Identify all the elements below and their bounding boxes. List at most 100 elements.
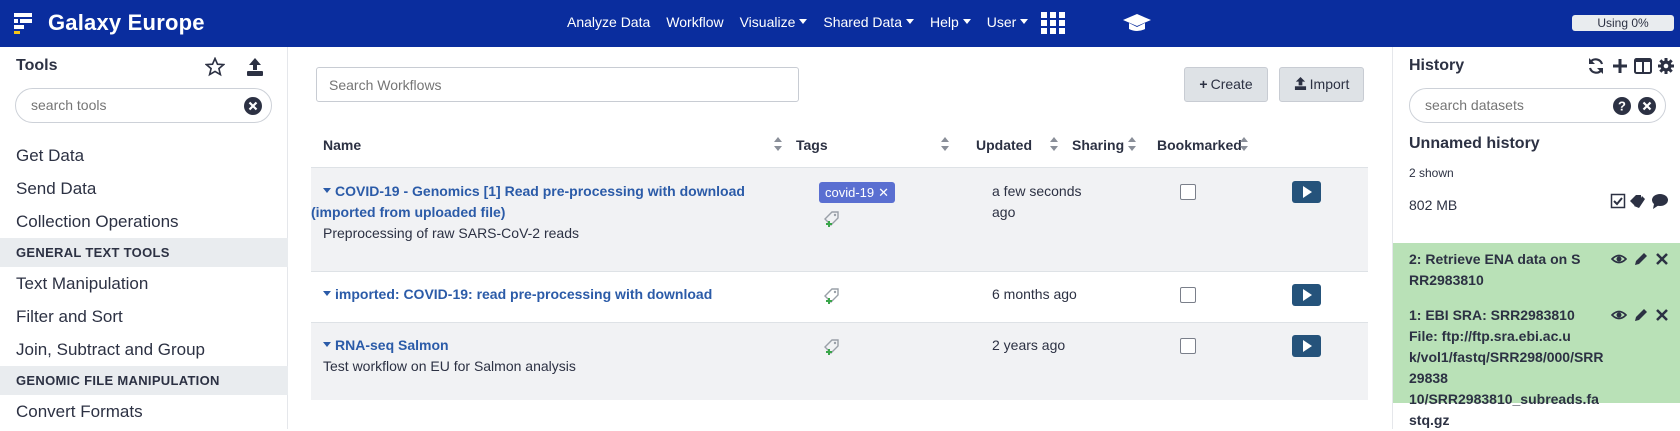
- plus-icon: +: [1199, 76, 1208, 92]
- sort-icon[interactable]: [1050, 137, 1058, 151]
- comment-icon[interactable]: [1651, 193, 1669, 209]
- add-tag-icon[interactable]: [823, 287, 841, 305]
- gear-icon[interactable]: [1657, 57, 1675, 75]
- add-tag-icon[interactable]: [823, 210, 841, 228]
- bookmark-checkbox[interactable]: [1180, 338, 1196, 354]
- tool-item-text-manipulation[interactable]: Text Manipulation: [0, 267, 288, 300]
- dataset-title[interactable]: 2: Retrieve ENA data on S RR2983810: [1409, 249, 1605, 291]
- tool-section-genomic-file-manipulation: GENOMIC FILE MANIPULATION: [0, 366, 288, 395]
- quota-meter[interactable]: Using 0%: [1572, 15, 1674, 31]
- select-items-icon[interactable]: [1609, 193, 1627, 209]
- nav-visualize[interactable]: Visualize: [740, 14, 808, 30]
- plus-icon[interactable]: [1611, 57, 1629, 75]
- brand-link[interactable]: Galaxy Europe: [14, 10, 205, 36]
- history-search-box: ?: [1409, 88, 1666, 123]
- col-tags[interactable]: Tags: [796, 137, 828, 153]
- updated-line: a few seconds: [992, 183, 1082, 199]
- col-bookmarked[interactable]: Bookmarked: [1157, 137, 1242, 153]
- nav-help[interactable]: Help: [930, 14, 971, 30]
- col-name[interactable]: Name: [323, 137, 361, 153]
- nav-analyze-data[interactable]: Analyze Data: [567, 14, 650, 30]
- tool-item-collection-operations[interactable]: Collection Operations: [0, 205, 288, 238]
- workflow-name-link[interactable]: COVID-19 - Genomics [1] Read pre-process…: [311, 181, 745, 223]
- masthead: Galaxy Europe Analyze Data Workflow Visu…: [0, 0, 1680, 47]
- delete-icon[interactable]: [1654, 251, 1670, 267]
- run-workflow-button[interactable]: [1292, 335, 1321, 357]
- history-shown-count: 2 shown: [1409, 166, 1454, 180]
- bookmark-checkbox[interactable]: [1180, 184, 1196, 200]
- tool-item-filter-and-sort[interactable]: Filter and Sort: [0, 300, 288, 333]
- create-label: Create: [1210, 76, 1253, 92]
- dataset-title-line: File: ftp://ftp.sra.ebi.ac.u: [1409, 328, 1571, 344]
- star-icon[interactable]: [205, 57, 225, 77]
- updated-time: a few seconds ago: [992, 181, 1082, 223]
- sort-icon[interactable]: [1128, 137, 1136, 151]
- run-workflow-button[interactable]: [1292, 181, 1321, 203]
- eye-icon[interactable]: [1611, 307, 1627, 323]
- import-upload-icon: [1294, 77, 1306, 90]
- remove-tag-icon[interactable]: ✕: [878, 185, 889, 200]
- tool-item-convert-formats[interactable]: Convert Formats: [0, 395, 288, 428]
- import-workflow-button[interactable]: Import: [1279, 67, 1364, 102]
- import-label: Import: [1309, 76, 1350, 92]
- clear-search-icon[interactable]: [244, 97, 262, 115]
- dataset-title-line: 2: Retrieve ENA data on S: [1409, 251, 1581, 267]
- brand-title: Galaxy Europe: [48, 10, 205, 35]
- upload-icon[interactable]: [245, 57, 265, 77]
- add-tag-icon[interactable]: [823, 338, 841, 356]
- nav-user[interactable]: User: [987, 14, 1029, 30]
- col-updated[interactable]: Updated: [976, 137, 1032, 153]
- workflow-name-link[interactable]: imported: COVID-19: read pre-processing …: [323, 284, 712, 305]
- nav-shared-data[interactable]: Shared Data: [823, 14, 914, 30]
- bookmark-checkbox[interactable]: [1180, 287, 1196, 303]
- tag-badge[interactable]: covid-19 ✕: [819, 182, 896, 203]
- svg-text:?: ?: [1618, 99, 1626, 114]
- updated-time: 6 months ago: [992, 286, 1077, 302]
- clear-search-icon[interactable]: [1638, 97, 1656, 115]
- table-row: RNA-seq Salmon Test workflow on EU for S…: [311, 322, 1368, 400]
- workflow-description: Preprocessing of raw SARS-CoV-2 reads: [323, 225, 579, 241]
- history-name[interactable]: Unnamed history: [1409, 135, 1540, 153]
- pencil-icon[interactable]: [1633, 307, 1649, 323]
- sort-icon[interactable]: [1240, 137, 1248, 151]
- workflow-name-link[interactable]: RNA-seq Salmon: [323, 335, 449, 356]
- dataset-title-line: 1: EBI SRA: SRR2983810: [1409, 307, 1575, 323]
- nav-workflow[interactable]: Workflow: [666, 14, 723, 30]
- tool-panel-title: Tools: [16, 57, 58, 74]
- create-workflow-button[interactable]: + Create: [1184, 67, 1268, 102]
- table-row: COVID-19 - Genomics [1] Read pre-process…: [311, 167, 1368, 271]
- tool-item-join-subtract-group[interactable]: Join, Subtract and Group: [0, 333, 288, 366]
- apps-grid-icon[interactable]: [1041, 12, 1065, 34]
- dataset-title-line: k/vol1/fastq/SRR298/000/SRR29838: [1409, 349, 1604, 386]
- workflow-list-panel: +Create Import Name Tags Updated Sharing…: [288, 47, 1392, 429]
- dataset-title-line: RR2983810: [1409, 272, 1484, 288]
- dataset-title[interactable]: 1: EBI SRA: SRR2983810 File: ftp://ftp.sr…: [1409, 305, 1605, 431]
- refresh-icon[interactable]: [1587, 57, 1605, 75]
- pencil-icon[interactable]: [1633, 251, 1649, 267]
- table-header: Name Tags Updated Sharing Bookmarked: [311, 125, 1368, 167]
- updated-time: 2 years ago: [992, 337, 1066, 353]
- sort-icon[interactable]: [941, 137, 949, 151]
- workflow-search-input[interactable]: [316, 67, 799, 102]
- help-icon[interactable]: ?: [1613, 97, 1631, 115]
- tool-search-input[interactable]: [31, 97, 231, 113]
- tool-section-general-text-tools: GENERAL TEXT TOOLS: [0, 238, 288, 267]
- eye-icon[interactable]: [1611, 251, 1627, 267]
- history-search-input[interactable]: [1425, 97, 1605, 113]
- workflow-name-line: COVID-19 - Genomics [1] Read pre-process…: [335, 183, 745, 199]
- workflow-table: Name Tags Updated Sharing Bookmarked COV…: [311, 125, 1368, 400]
- columns-icon[interactable]: [1634, 57, 1652, 75]
- tags-icon[interactable]: [1629, 193, 1647, 209]
- tool-item-send-data[interactable]: Send Data: [0, 172, 288, 205]
- history-panel: History ? Unnamed history 2 shown 802 MB: [1392, 47, 1680, 429]
- tool-panel: Tools Get Data Send Data Collection Oper…: [0, 47, 288, 429]
- sort-icon[interactable]: [774, 137, 782, 151]
- workflow-description: Test workflow on EU for Salmon analysis: [323, 358, 576, 374]
- col-sharing[interactable]: Sharing: [1072, 137, 1124, 153]
- run-workflow-button[interactable]: [1292, 284, 1321, 306]
- dataset-title-line: 10/SRR2983810_subreads.fastq.gz: [1409, 391, 1599, 428]
- table-row: imported: COVID-19: read pre-processing …: [311, 271, 1368, 322]
- graduation-cap-icon[interactable]: [1122, 12, 1152, 34]
- tool-item-get-data[interactable]: Get Data: [0, 139, 288, 172]
- delete-icon[interactable]: [1654, 307, 1670, 323]
